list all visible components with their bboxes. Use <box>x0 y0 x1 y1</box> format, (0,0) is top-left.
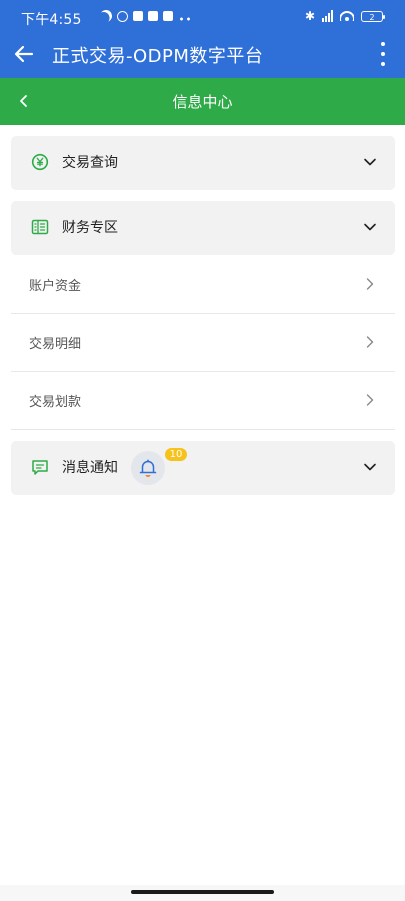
list-item-account-funds[interactable]: 账户资金 <box>11 256 395 314</box>
screen: 下午4:55 ✱ 2 正式交易-ODPM数字平台 信息中心 交易查询 财务专区 … <box>0 0 405 901</box>
signal-icon <box>322 10 333 22</box>
list-item-trade-details[interactable]: 交易明细 <box>11 314 395 372</box>
message-icon <box>32 460 48 475</box>
status-bar: 下午4:55 ✱ 2 <box>0 0 405 36</box>
top-bar: 下午4:55 ✱ 2 正式交易-ODPM数字平台 <box>0 0 405 78</box>
more-notifications-icon <box>178 17 192 21</box>
back-arrow-icon[interactable] <box>12 42 36 66</box>
finance-section[interactable]: 财务专区 <box>11 201 395 255</box>
notification-bell[interactable] <box>131 451 165 485</box>
app-title: 正式交易-ODPM数字平台 <box>52 46 264 67</box>
system-nav-bar <box>0 885 405 901</box>
battery-icon: 2 <box>361 10 385 22</box>
list-item-label: 账户资金 <box>29 279 82 294</box>
page-title: 信息中心 <box>172 93 233 111</box>
chevron-right-icon <box>366 394 374 406</box>
list-item-trade-transfer[interactable]: 交易划款 <box>11 372 395 430</box>
more-options-icon[interactable] <box>379 42 387 66</box>
notification-count-badge: 10 <box>165 448 187 461</box>
status-time: 下午4:55 <box>21 12 82 28</box>
trade-query-label: 交易查询 <box>62 155 118 171</box>
sub-header: 信息中心 <box>0 78 405 125</box>
home-indicator[interactable] <box>131 890 274 894</box>
chevron-down-icon <box>364 223 376 231</box>
app-notification-icon <box>133 11 143 21</box>
app-notification-icon <box>163 11 173 21</box>
trade-query-section[interactable]: 交易查询 <box>11 136 395 190</box>
ledger-icon <box>31 219 49 235</box>
bluetooth-icon: ✱ <box>304 9 315 23</box>
notice-label: 消息通知 <box>62 460 118 476</box>
chevron-right-icon <box>366 336 374 348</box>
chevron-right-icon <box>366 278 374 290</box>
yen-circle-icon <box>31 153 49 171</box>
app-bar: 正式交易-ODPM数字平台 <box>0 36 405 78</box>
alarm-icon <box>117 10 128 22</box>
moon-icon <box>98 8 113 23</box>
list-item-label: 交易划款 <box>29 395 82 410</box>
chevron-down-icon <box>364 158 376 166</box>
status-icons-right: ✱ 2 <box>304 9 385 23</box>
notice-section[interactable]: 消息通知 10 <box>11 441 395 495</box>
bell-icon <box>139 459 157 477</box>
chevron-down-icon <box>364 463 376 471</box>
app-notification-icon <box>148 11 158 21</box>
status-icons-left <box>100 10 192 22</box>
finance-label: 财务专区 <box>62 220 118 236</box>
list-item-label: 交易明细 <box>29 337 82 352</box>
wifi-icon <box>340 11 354 21</box>
